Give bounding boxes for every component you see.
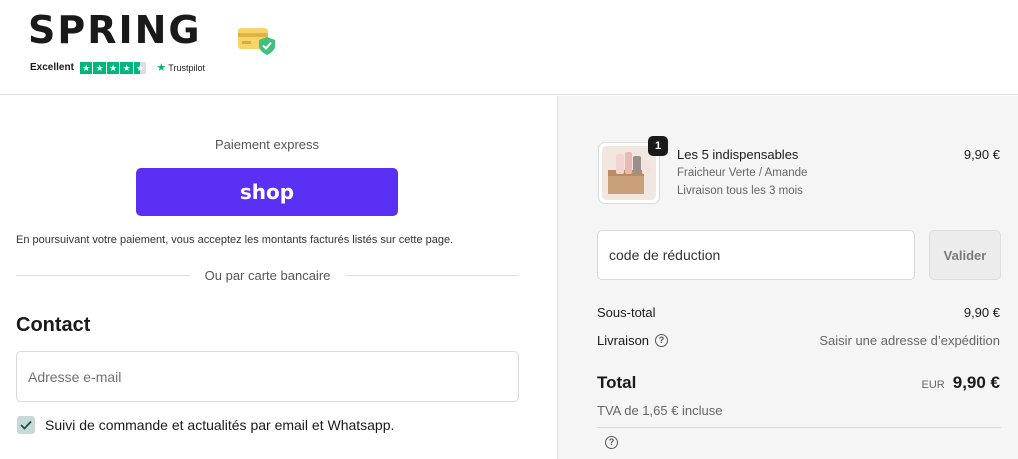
shipping-value: Saisir une adresse d’expédition — [819, 333, 1000, 348]
trustpilot-star-icon: ★ — [156, 62, 167, 74]
divider-line — [16, 275, 190, 276]
contact-heading: Contact — [16, 314, 91, 336]
consent-label: Suivi de commande et actualités par emai… — [45, 417, 395, 433]
header: SPRING Excellent ★ ★ ★ ★ ★ ★ Trustpilot — [0, 0, 1018, 95]
star-icon: ★ — [120, 61, 133, 74]
apply-discount-button[interactable]: Valider — [929, 230, 1001, 280]
shop-pay-button[interactable]: shop — [136, 168, 398, 216]
checkmark-icon — [20, 420, 32, 430]
product-name: Les 5 indispensables — [677, 147, 799, 162]
payment-divider: Ou par carte bancaire — [16, 268, 520, 283]
trustpilot-rating[interactable]: Excellent ★ ★ ★ ★ ★ ★ Trustpilot — [30, 61, 205, 74]
brand-logo[interactable]: SPRING — [28, 8, 202, 52]
product-image — [602, 146, 656, 200]
vat-note: TVA de 1,65 € incluse — [597, 403, 723, 418]
star-icon: ★ — [93, 61, 106, 74]
shipping-label: Livraison — [597, 333, 650, 348]
trustpilot-logo: ★ Trustpilot — [156, 61, 205, 74]
summary-divider — [597, 427, 1001, 428]
half-star-icon: ★ — [133, 61, 147, 74]
product-variant: Fraicheur Verte / Amande — [677, 167, 808, 179]
email-field[interactable] — [16, 351, 519, 402]
help-icon[interactable]: ? — [605, 436, 618, 449]
discount-code-field[interactable] — [597, 230, 915, 280]
order-summary: 1 Les 5 indispensables Fraicheur Verte /… — [557, 96, 1018, 459]
payment-notice: En poursuivant votre paiement, vous acce… — [16, 234, 454, 246]
trust-stars: ★ ★ ★ ★ ★ — [79, 61, 147, 74]
currency-code: EUR — [921, 379, 945, 391]
product-thumbnail: 1 — [598, 136, 668, 204]
star-icon: ★ — [79, 61, 93, 74]
subtotal-label: Sous-total — [597, 305, 656, 320]
subtotal-value: 9,90 € — [963, 305, 1000, 320]
checkout-form: Paiement express shop En poursuivant vot… — [0, 96, 557, 459]
total-label: Total — [597, 373, 637, 392]
total-amount: 9,90 € — [952, 373, 1000, 392]
express-checkout-title: Paiement express — [214, 137, 320, 152]
help-icon[interactable]: ? — [655, 334, 669, 347]
product-price: 9,90 € — [963, 147, 1000, 162]
trustpilot-brand: Trustpilot — [168, 62, 205, 73]
star-icon: ★ — [106, 61, 120, 74]
product-frequency: Livraison tous les 3 mois — [677, 185, 803, 197]
consent-option[interactable]: Suivi de commande et actualités par emai… — [17, 416, 394, 434]
total-value: EUR 9,90 € — [922, 373, 1001, 393]
divider-line — [345, 275, 520, 276]
credit-card-shield-icon — [237, 26, 277, 61]
quantity-badge: 1 — [648, 136, 668, 156]
consent-checkbox[interactable] — [17, 416, 35, 434]
divider-text: Ou par carte bancaire — [204, 268, 331, 283]
trust-rating-label: Excellent — [30, 62, 74, 73]
shipping-row-label: Livraison ? — [597, 333, 669, 348]
